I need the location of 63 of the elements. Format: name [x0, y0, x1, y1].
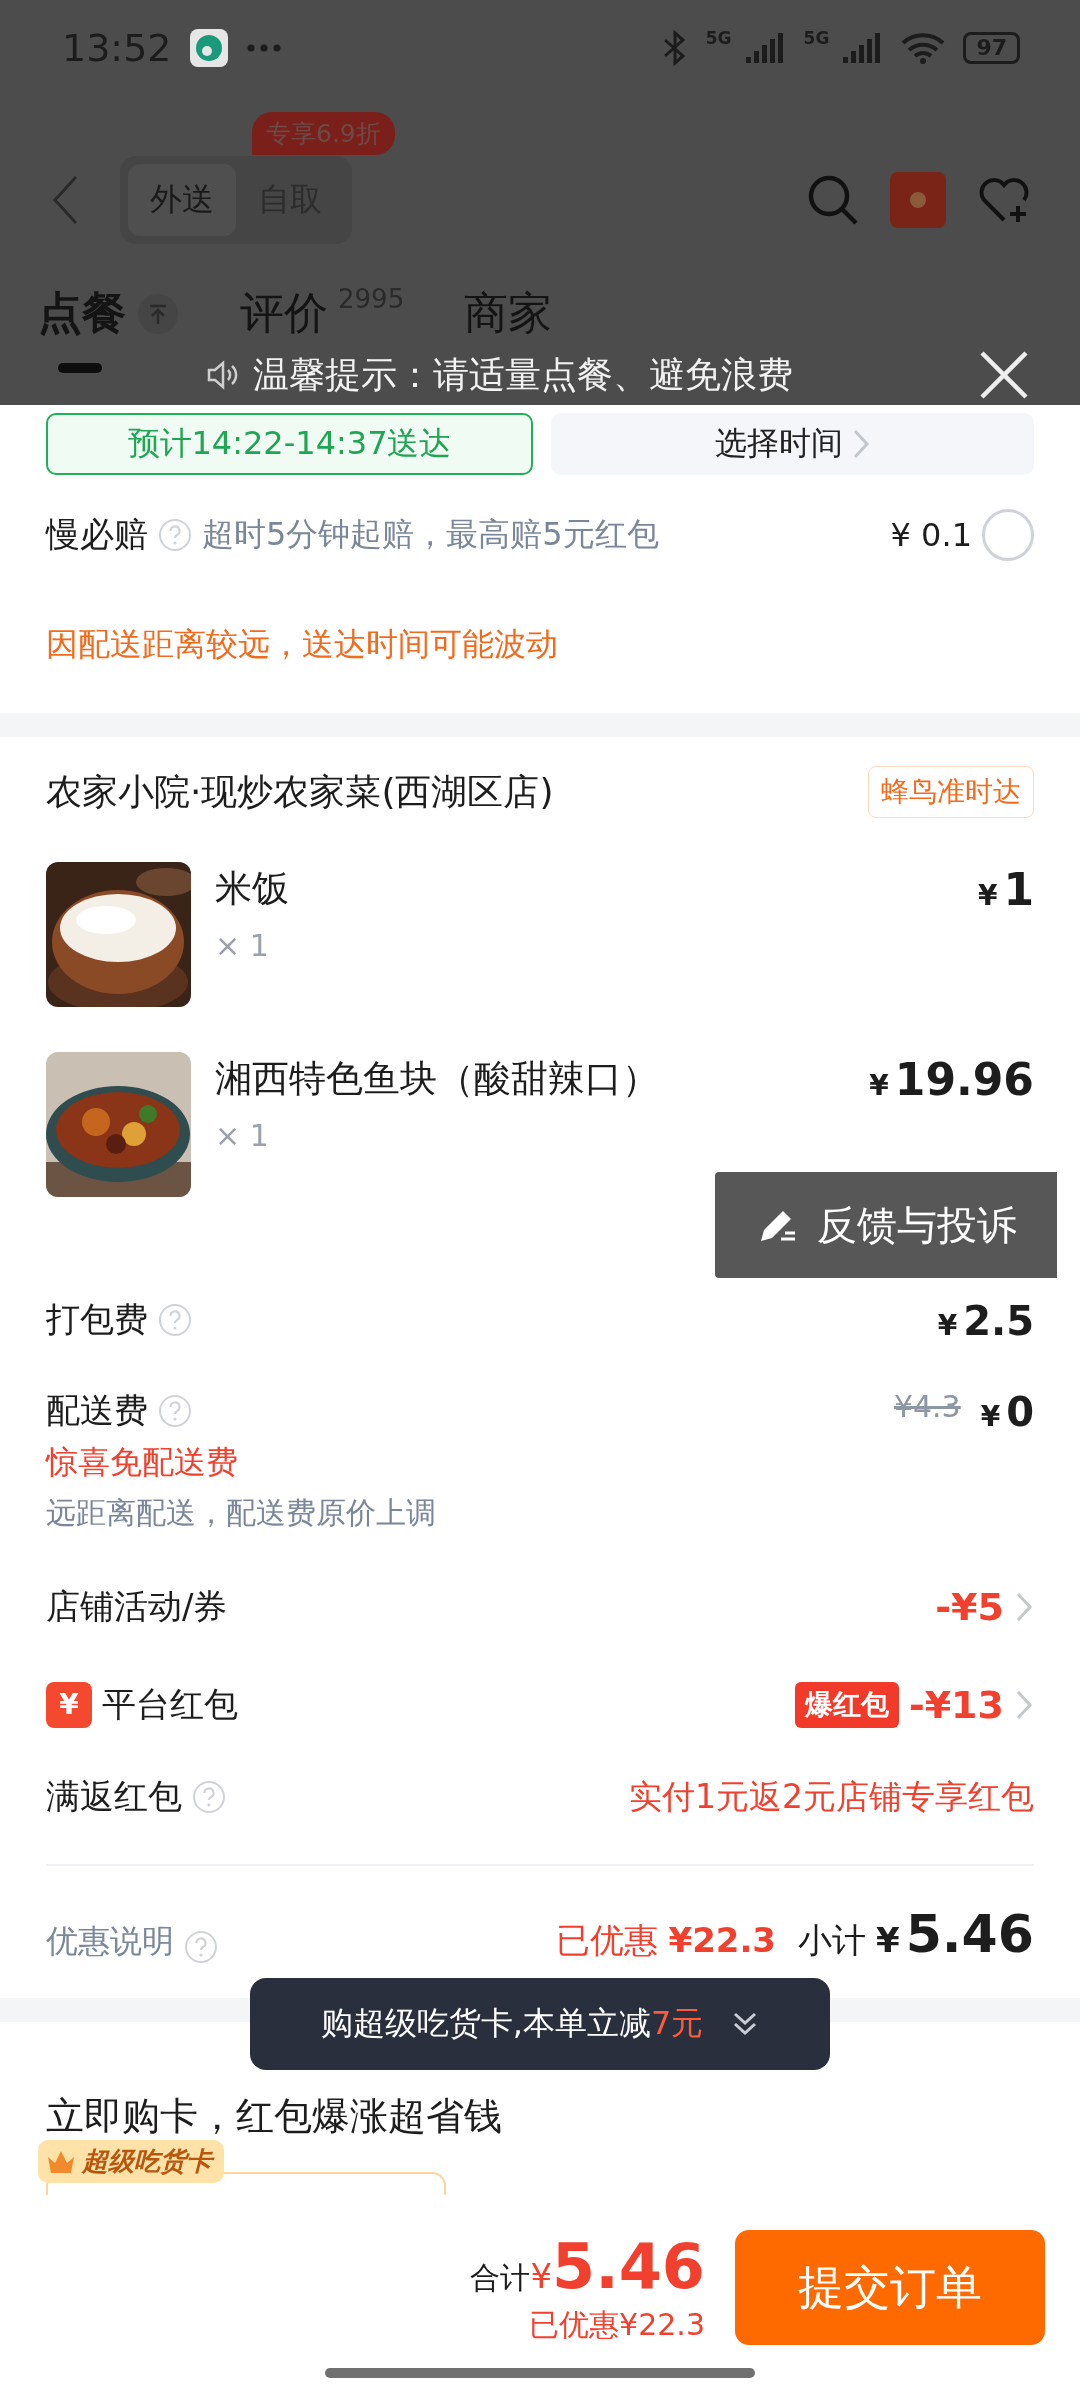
help-icon[interactable] — [158, 1394, 192, 1428]
discount-info-label: 优惠说明 — [46, 1921, 174, 1962]
delivery-time-option[interactable]: 预计14:22-14:37送达 — [46, 413, 533, 475]
help-icon[interactable] — [184, 1930, 218, 1964]
item-price: ¥19.96 — [869, 1053, 1034, 1107]
card-tip-text: 购超级吃货卡,本单立减7元 — [320, 2003, 704, 2044]
card-promo-title: 立即购卡，红包爆涨超省钱 — [46, 2092, 502, 2140]
delivery-time-option[interactable]: 选择时间 — [551, 413, 1034, 475]
signal-icon — [745, 32, 786, 63]
app-icon — [189, 28, 228, 67]
submit-order-button[interactable]: 提交订单 — [735, 2230, 1045, 2345]
chevron-icon — [1014, 1590, 1034, 1624]
discount-label: 店铺活动/券 — [46, 1585, 228, 1628]
item-quantity: × 1 — [215, 928, 270, 963]
total-amount: 合计¥5.46 — [470, 2230, 705, 2303]
total-saved: 已优惠¥22.3 — [529, 2306, 705, 2344]
cashback-label: 满返红包 — [46, 1775, 182, 1818]
speaker-icon — [205, 358, 239, 392]
tab-indicator — [58, 363, 102, 373]
hot-tag: 爆红包 — [794, 1681, 899, 1728]
feedback-button[interactable]: 反馈与投诉 — [715, 1172, 1057, 1278]
store-name: 农家小院·现炒农家菜(西湖区店) — [46, 769, 554, 814]
fee-label: 打包费 — [46, 1298, 148, 1341]
search-icon[interactable] — [806, 173, 860, 227]
item-name: 湘西特色鱼块（酸甜辣口） — [215, 1056, 660, 1102]
close-icon[interactable] — [978, 349, 1030, 401]
wifi-icon — [901, 30, 946, 65]
notice-text: 温馨提示：请适量点餐、避免浪费 — [253, 352, 793, 397]
help-icon[interactable] — [158, 518, 192, 552]
item-quantity: × 1 — [215, 1118, 270, 1153]
discount-value[interactable]: -¥5 — [935, 1585, 1004, 1629]
compensation-price: ¥ 0.1 — [890, 516, 972, 554]
help-icon[interactable] — [158, 1303, 192, 1337]
compensation-label: 慢必赔 — [46, 513, 148, 556]
help-icon[interactable] — [192, 1780, 226, 1814]
delivery-note: 远距离配送，配送费原价上调 — [46, 1494, 436, 1532]
back-icon[interactable] — [50, 174, 80, 226]
subtotal-label: 小计 — [798, 1919, 866, 1962]
more-icon — [245, 42, 282, 53]
original-price: ¥4.3 — [893, 1389, 961, 1424]
compensation-radio[interactable] — [982, 509, 1034, 561]
compensation-description: 超时5分钟起赔，最高赔5元红包 — [202, 514, 659, 555]
to-top-icon[interactable] — [136, 291, 180, 336]
item-name: 米饭 — [215, 866, 290, 912]
card-badge: 超级吃货卡 — [38, 2140, 224, 2183]
subtotal-amount: ¥5.46 — [876, 1904, 1034, 1964]
discount-label: 平台红包 — [102, 1682, 238, 1726]
bluetooth-icon — [661, 29, 688, 66]
yen-icon: ¥ — [46, 1681, 92, 1728]
envelope-icon[interactable] — [890, 172, 946, 228]
delivery-badge: 蜂鸟准时达 — [868, 766, 1034, 818]
fee-label: 配送费 — [46, 1389, 148, 1432]
card-tip[interactable]: 购超级吃货卡,本单立减7元 — [250, 1978, 830, 2070]
menu-tab[interactable]: 商家 — [464, 284, 553, 345]
distance-notice: 因配送距离较远，送达时间可能波动 — [46, 624, 558, 665]
free-delivery-promo: 惊喜免配送费 — [46, 1442, 239, 1483]
fee-price: ¥2.5 — [937, 1297, 1034, 1344]
item-price: ¥1 — [977, 863, 1034, 917]
saved-amount: 已优惠 ¥22.3 — [555, 1919, 776, 1962]
discount-value[interactable]: -¥13 — [908, 1682, 1004, 1727]
cashback-value: 实付1元返2元店铺专享红包 — [629, 1775, 1034, 1818]
fee-price: ¥0 — [980, 1389, 1034, 1435]
menu-tab[interactable]: 点餐 — [38, 284, 180, 345]
